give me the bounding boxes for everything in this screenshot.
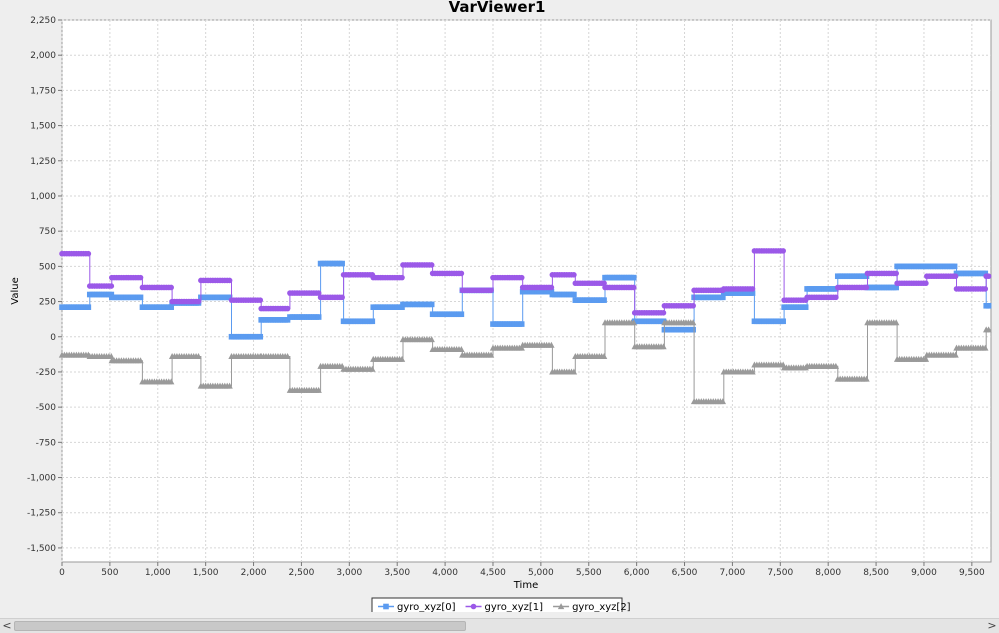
series-1-point	[226, 277, 233, 284]
series-1-point	[168, 284, 174, 291]
y-tick-label: 1,000	[30, 192, 56, 202]
series-1-point	[257, 297, 264, 303]
scroll-left-arrow-icon[interactable]: <	[0, 619, 14, 633]
series-1-point	[893, 270, 899, 277]
y-tick-label: 750	[39, 227, 56, 237]
series-1-point	[399, 274, 405, 281]
x-tick-label: 2,500	[289, 568, 315, 578]
chart: VarViewer1 2,250 2,000 1,750 1,500 1,250 1,00…	[10, 0, 992, 612]
y-tick-label: 2,000	[30, 51, 56, 61]
series-0-point	[518, 321, 525, 327]
series-0-point	[458, 311, 465, 318]
series-0-point	[85, 304, 92, 310]
x-tick-label: 4,500	[480, 568, 506, 578]
series-0-point	[315, 314, 322, 320]
x-tick-label: 6,000	[624, 568, 650, 578]
y-axis: 2,250 2,000 1,750 1,500 1,250 1,000 750 500 250 0…	[27, 16, 62, 554]
series-0-point	[428, 301, 435, 308]
x-tick-label: 2,000	[241, 568, 267, 578]
x-tick-label: 500	[101, 568, 118, 578]
legend-item-1-swatch-point	[470, 603, 477, 610]
chart-title: VarViewer1	[449, 0, 546, 16]
y-axis-label: Value	[10, 277, 21, 304]
series-0-point	[257, 333, 264, 340]
series-1-point	[548, 284, 555, 291]
x-tick-label: 8,500	[863, 568, 889, 578]
x-tick-label: 8,000	[815, 568, 841, 578]
y-tick-label: -1,500	[27, 544, 56, 554]
legend-item-1-label: gyro_xyz[1]	[485, 602, 544, 612]
series-1-point	[458, 270, 465, 277]
x-axis-label: Time	[513, 580, 538, 591]
series-0-point	[780, 318, 786, 325]
series-1-point	[85, 250, 92, 257]
x-tick-label: 0	[59, 568, 65, 578]
series-0-point	[601, 297, 607, 303]
scrollbar-thumb[interactable]	[14, 621, 466, 631]
series-1-point	[428, 262, 435, 268]
series-1-point	[195, 298, 202, 305]
series-1-point	[630, 284, 637, 291]
series-1-point	[518, 274, 525, 281]
x-tick-label: 5,500	[576, 568, 602, 578]
y-tick-label: -750	[36, 438, 57, 448]
series-0-point	[571, 291, 577, 298]
series-1-point	[108, 283, 115, 289]
series-0-point	[137, 294, 144, 301]
y-tick-label: 1,750	[30, 86, 56, 96]
x-tick-label: 5,000	[528, 568, 554, 578]
legend: gyro_xyz[0] gyro_xyz[1] gyro_xyz[2]	[371, 597, 631, 612]
series-1-point	[690, 302, 696, 309]
series-0-point	[339, 260, 345, 267]
series-1-point	[863, 284, 870, 291]
y-tick-label: 250	[39, 298, 56, 308]
y-tick-label: 1,500	[30, 122, 56, 132]
series-1-point	[660, 310, 667, 316]
series-1-point	[780, 248, 786, 254]
y-tick-label: 2,250	[30, 16, 56, 26]
series-1-point	[985, 273, 992, 280]
series-1-point	[284, 305, 291, 312]
legend-item-0-swatch-point	[383, 603, 389, 610]
series-0-point	[630, 274, 637, 281]
x-tick-label: 9,500	[959, 568, 985, 578]
scroll-right-arrow-icon[interactable]: >	[985, 619, 999, 633]
x-tick-label: 3,500	[384, 568, 410, 578]
y-tick-label: 1,250	[30, 157, 56, 167]
x-tick-label: 7,500	[767, 568, 793, 578]
y-tick-label: -1,000	[27, 474, 56, 484]
series-1-point	[749, 286, 756, 292]
series-0-point	[369, 318, 376, 325]
y-tick-label: -250	[36, 368, 57, 378]
y-tick-label: -500	[36, 403, 57, 413]
x-axis: 0 500 1,000 1,500 2,000 2,500 3,000 3,500 4,000 4…	[59, 562, 985, 578]
x-tick-label: 1,500	[193, 568, 219, 578]
x-tick-label: 3,000	[336, 568, 362, 578]
series-1-point	[571, 272, 577, 278]
series-1-point	[339, 294, 345, 301]
series-1-point	[833, 294, 839, 301]
var-viewer-window: VarViewer1 2,250 2,000 1,750 1,500 1,250 1,00…	[0, 0, 999, 633]
horizontal-scrollbar[interactable]: < >	[0, 618, 999, 633]
series-1-point	[952, 273, 959, 280]
x-tick-label: 7,000	[720, 568, 746, 578]
y-tick-label: 500	[39, 262, 56, 272]
legend-item-2-label: gyro_xyz[2]	[572, 602, 631, 612]
x-tick-label: 9,000	[911, 568, 937, 578]
x-tick-label: 4,000	[432, 568, 458, 578]
series-0-point	[985, 302, 992, 309]
series-0-point	[690, 326, 696, 333]
legend-item-0-label: gyro_xyz[0]	[397, 602, 456, 612]
series-1-point	[923, 280, 929, 287]
series-1-point	[488, 287, 494, 294]
series-0-point	[951, 263, 958, 270]
x-tick-label: 1,000	[145, 568, 171, 578]
series-1-point	[982, 286, 989, 292]
y-tick-label: 0	[50, 333, 56, 343]
x-tick-label: 6,500	[672, 568, 698, 578]
series-1-point	[137, 274, 144, 281]
series-0-point	[802, 304, 809, 310]
y-tick-label: -1,250	[27, 509, 56, 519]
